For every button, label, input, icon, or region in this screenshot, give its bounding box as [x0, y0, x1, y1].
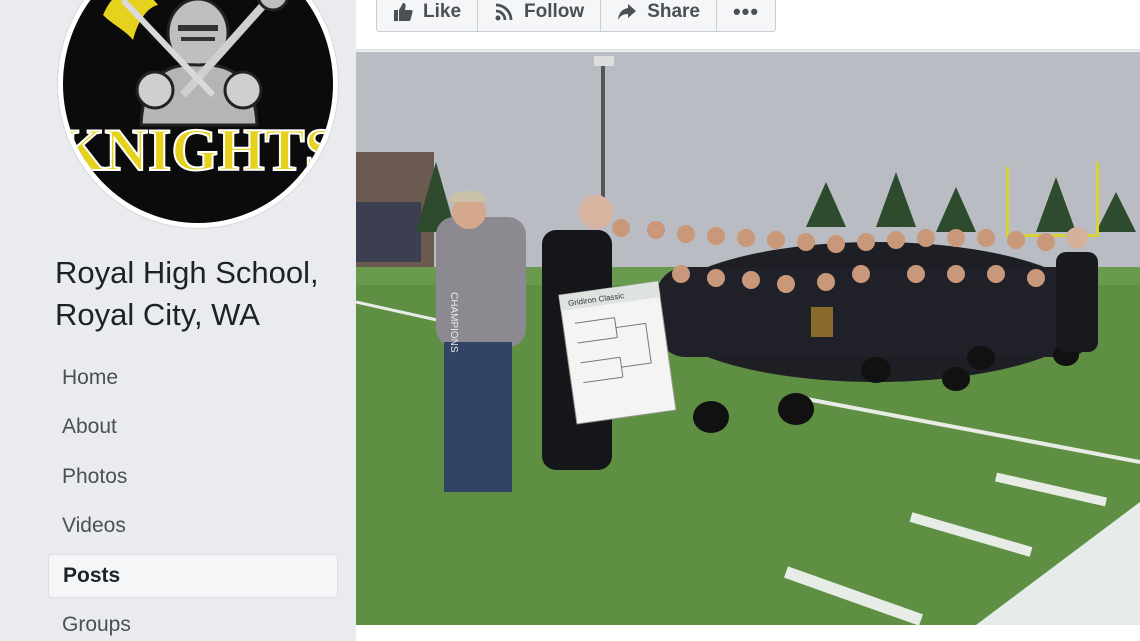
page-title: Royal High School, Royal City, WA	[55, 255, 319, 332]
photo-scene: CHAMPIONS Gridiron Classic	[356, 52, 1140, 625]
nav-item-photos[interactable]: Photos	[48, 455, 338, 499]
profile-picture[interactable]: KNIGHTS	[58, 0, 338, 228]
like-button[interactable]: Like	[377, 0, 479, 31]
adult-right-head	[1066, 227, 1088, 249]
page-action-bar: Like Follow Share •••	[356, 0, 1140, 50]
nav-item-about[interactable]: About	[48, 405, 338, 449]
adult-right	[1056, 252, 1098, 352]
action-button-group: Like Follow Share •••	[376, 0, 776, 32]
bracket-banner: Gridiron Classic	[558, 280, 677, 425]
follow-label: Follow	[524, 1, 585, 22]
hoodie-text: CHAMPIONS	[448, 292, 459, 353]
like-label: Like	[423, 1, 462, 22]
coach-jeans	[444, 342, 512, 492]
nav-item-home[interactable]: Home	[48, 356, 338, 400]
light-pole	[601, 62, 605, 212]
more-options-button[interactable]: •••	[717, 0, 775, 31]
head-coach-head	[579, 195, 613, 229]
logo-wordmark: KNIGHTS	[63, 117, 333, 183]
post-card-bottom	[356, 625, 1140, 641]
nav-item-posts[interactable]: Posts	[48, 553, 338, 598]
follow-button[interactable]: Follow	[478, 0, 602, 31]
nav-item-groups[interactable]: Groups	[48, 603, 338, 641]
nav-item-videos[interactable]: Videos	[48, 504, 338, 548]
knight-emblem-graphic: KNIGHTS	[63, 0, 333, 184]
goal-post	[1006, 167, 1009, 237]
knights-logo: KNIGHTS	[63, 0, 333, 223]
left-sidebar: KNIGHTS Royal High School, Royal City, W…	[0, 0, 356, 641]
facebook-page: KNIGHTS Royal High School, Royal City, W…	[0, 0, 1140, 641]
share-label: Share	[647, 1, 700, 22]
thumbs-up-icon	[394, 3, 413, 21]
share-arrow-icon	[618, 4, 637, 20]
trophy-plaque	[811, 307, 833, 337]
share-button[interactable]: Share	[601, 0, 717, 31]
more-dots-icon: •••	[732, 0, 760, 24]
page-navigation: Home About Photos Videos Posts Groups	[48, 356, 338, 641]
rss-feed-icon	[495, 3, 513, 21]
goal-post	[1096, 162, 1099, 237]
stadium-light	[594, 56, 614, 66]
crowd	[356, 202, 421, 262]
team-championship-photo[interactable]: CHAMPIONS Gridiron Classic	[356, 52, 1140, 625]
